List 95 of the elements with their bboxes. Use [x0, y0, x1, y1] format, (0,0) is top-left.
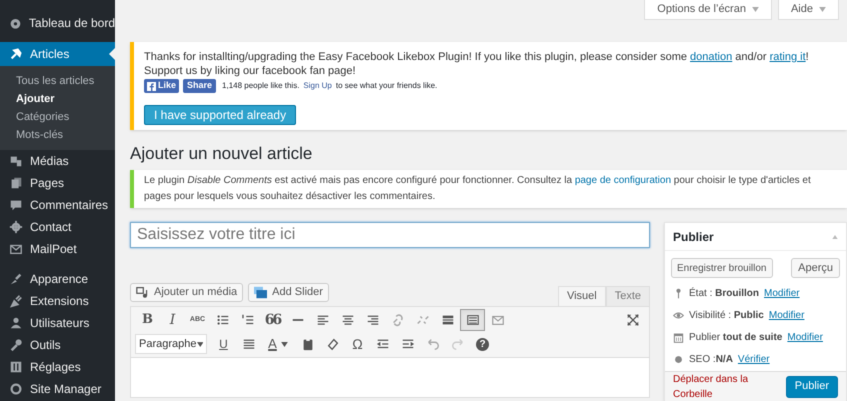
publish-button[interactable]: Publier: [786, 376, 838, 398]
link-icon: [390, 313, 404, 327]
blockquote-button[interactable]: 66: [260, 309, 285, 331]
status-text: Publier tout de suite: [689, 331, 782, 345]
notice-message: Le plugin Disable Comments est activé mais pas encore configuré pour fonctionner. Consultez la page de configuration pour choisir le type d'articles et pages pour lesquels vous souhaitez désactiver les commentaires.: [144, 174, 812, 204]
caret-icon: [819, 7, 826, 12]
media-icon: [136, 286, 149, 299]
calendar-icon: [673, 332, 684, 343]
edit-link[interactable]: Modifier: [768, 308, 804, 323]
facebook-share-button[interactable]: Share: [183, 79, 216, 93]
align-left-icon: [316, 313, 330, 327]
submenu-item[interactable]: Ajouter: [0, 90, 115, 108]
sidebar-menu-item[interactable]: Articles: [0, 42, 115, 66]
media-button[interactable]: Add Slider: [248, 283, 329, 302]
editor-tab[interactable]: Texte: [606, 286, 650, 306]
pages-icon: [9, 176, 23, 190]
bulleted-list-icon: [216, 313, 230, 327]
panel-title: Publier: [673, 228, 714, 246]
keyboard-icon: [466, 313, 480, 327]
bold-button[interactable]: B: [135, 309, 160, 331]
gauge-icon: [9, 16, 22, 30]
facebook-like-button[interactable]: Like: [144, 79, 180, 93]
paintbrush-icon: [9, 272, 23, 286]
envelope-icon: [490, 313, 504, 327]
special-character-button[interactable]: Ω: [345, 333, 370, 355]
sidebar-menu-item[interactable]: Outils: [0, 334, 115, 356]
caret-icon: [196, 342, 203, 346]
numbered-list-icon: [240, 313, 254, 327]
page-heading: Ajouter un nouvel article: [130, 143, 312, 165]
media-icon: [9, 154, 23, 168]
save-draft-button[interactable]: Enregistrer brouillon: [671, 258, 772, 278]
submenu-item[interactable]: Tous les articles: [0, 72, 115, 90]
align-right-icon: [366, 313, 380, 327]
sidebar-menu-item[interactable]: Site Manager: [0, 378, 115, 400]
eraser-icon: [326, 337, 340, 351]
italic-button[interactable]: I: [160, 309, 185, 331]
status-text: SEO :N/A: [689, 353, 733, 367]
pushpin-icon: [9, 47, 23, 61]
title-field[interactable]: Saisissez votre titre ici: [130, 222, 650, 248]
justify-icon: [242, 337, 256, 351]
text-link[interactable]: page de configuration: [574, 175, 671, 186]
underline-button[interactable]: U: [211, 333, 236, 355]
facebook-logo-icon: [147, 82, 156, 90]
sign-up-link[interactable]: Sign Up: [303, 80, 332, 92]
broken-link-icon: [416, 313, 430, 327]
align-center-icon: [340, 313, 354, 327]
undo-arrow-icon: [426, 337, 440, 351]
caret-icon: [280, 342, 288, 346]
envelope-icon: [9, 242, 23, 256]
redo-arrow-icon: [450, 337, 464, 351]
submenu-item[interactable]: Mots-clés: [0, 126, 115, 144]
edit-link[interactable]: Vérifier: [738, 352, 770, 367]
toolbar-button[interactable]: [460, 309, 485, 331]
user-icon: [9, 316, 23, 330]
sidebar-menu-item[interactable]: Utilisateurs: [0, 312, 115, 334]
sidebar-menu-item[interactable]: Tableau de bord: [0, 12, 115, 34]
sidebar-menu-item[interactable]: Contact: [0, 216, 115, 238]
dot-icon: [673, 354, 684, 365]
sidebar-menu-item[interactable]: Extensions: [0, 290, 115, 312]
expand-icon: [626, 313, 640, 327]
outdent-icon: [376, 337, 390, 351]
caret-icon: [752, 7, 759, 12]
screen-tab-button[interactable]: Options de l’écran: [644, 0, 772, 20]
sidebar-menu-item[interactable]: MailPoet: [0, 238, 115, 260]
pointer-triangle: [109, 48, 115, 60]
sidebar-menu-item[interactable]: Apparence: [0, 268, 115, 290]
eye-icon: [673, 310, 684, 321]
indent-icon: [400, 337, 414, 351]
editor-tab[interactable]: Visuel: [558, 286, 606, 306]
text-link[interactable]: donation: [690, 51, 732, 63]
edit-link[interactable]: Modifier: [787, 330, 823, 345]
page-break-icon: [440, 313, 454, 327]
sign-up-text: to see what your friends like.: [336, 80, 438, 92]
text-link[interactable]: rating it: [770, 51, 806, 63]
speech-bubble-icon: [9, 198, 23, 212]
slides-icon: [254, 286, 268, 299]
preview-button[interactable]: Aperçu: [791, 258, 840, 278]
sidebar-menu-item[interactable]: Médias: [0, 150, 115, 172]
format-dropdown[interactable]: Paragraphe: [135, 334, 207, 354]
status-text: Visibilité : Public: [689, 309, 764, 323]
status-text: État : Brouillon: [689, 286, 760, 301]
notice-message: Thanks for installting/upgrading the Easy Facebook Likebox Plugin! If you like this plugin, please consider some donation and/or rating it! Support us by liking our facebook fan page!: [144, 50, 810, 78]
edit-link[interactable]: Modifier: [764, 286, 800, 301]
sidebar-menu-item[interactable]: Réglages: [0, 356, 115, 378]
help-button[interactable]: ?: [470, 333, 495, 355]
sidebar-menu-item[interactable]: Commentaires: [0, 194, 115, 216]
media-button[interactable]: Ajouter un média: [130, 283, 244, 302]
trash-link[interactable]: Déplacer dans la Corbeille: [673, 372, 786, 401]
wrench-icon: [9, 338, 23, 352]
submenu-item[interactable]: Catégories: [0, 108, 115, 126]
screen-tab-button[interactable]: Aide: [778, 0, 839, 20]
clipboard-icon: [300, 337, 314, 351]
text-color-button[interactable]: A: [261, 333, 295, 355]
like-count: 1,148 people like this.: [222, 80, 300, 92]
sidebar-menu-item[interactable]: Pages: [0, 172, 115, 194]
